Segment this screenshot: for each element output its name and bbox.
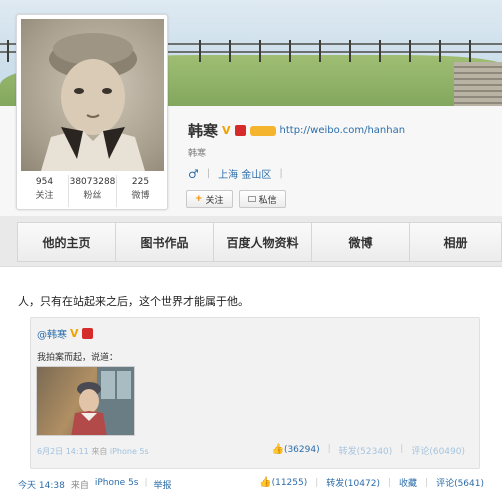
cover-stairs	[454, 62, 502, 110]
repost-comment-link[interactable]: 评论(60490)	[411, 444, 465, 457]
avatar-card: 954 关注 38073288 粉丝 225 微博	[16, 14, 168, 210]
profile-stats: 954 关注 38073288 粉丝 225 微博	[21, 175, 164, 207]
profile-name: 韩寒	[188, 122, 219, 140]
verified-badge-icon: V	[70, 327, 79, 340]
reposted-weibo: @韩寒 V 我拍案而起，说道： 6月2日 14:11 来自 iPhone 5s …	[30, 317, 480, 469]
stat-posts-count: 225	[131, 177, 150, 187]
plus-icon: +	[195, 194, 203, 204]
profile-name-row: 韩寒 V http://weibo.com/hanhan	[188, 120, 405, 141]
repost-author-row: @韩寒 V	[37, 326, 93, 341]
like-button[interactable]: 👍(11255)	[259, 477, 307, 488]
repost-image[interactable]	[36, 366, 135, 436]
forward-button[interactable]: 转发(10472)	[326, 476, 380, 489]
tab-home[interactable]: 他的主页	[18, 223, 116, 261]
repost-source-prefix: 来自	[91, 447, 108, 456]
repost-meta: 6月2日 14:11 来自 iPhone 5s	[37, 446, 149, 457]
avatar-portrait-image	[41, 33, 145, 171]
repost-text: 我拍案而起，说道：	[37, 353, 119, 363]
divider: |	[425, 477, 429, 488]
homepage-link[interactable]: http://weibo.com/hanhan	[280, 125, 406, 136]
tab-baidu-profile[interactable]: 百度人物资料	[214, 223, 312, 261]
tab-weibo[interactable]: 微博	[312, 223, 410, 261]
profile-location-row: ♂ | 上海 金山区 |	[188, 166, 283, 182]
profile-subname: 韩寒	[188, 149, 207, 159]
repost-source-link[interactable]: iPhone 5s	[110, 447, 149, 456]
message-button[interactable]: 私信	[238, 190, 286, 208]
member-badge-icon	[81, 328, 93, 339]
thumbs-up-icon: 👍	[259, 477, 272, 488]
follow-button-label: 关注	[205, 195, 224, 206]
stat-following[interactable]: 954 关注	[21, 175, 69, 207]
stat-fans[interactable]: 38073288 粉丝	[69, 175, 117, 207]
repost-time-link[interactable]: 6月2日 14:11	[37, 447, 89, 456]
mail-icon	[247, 196, 256, 202]
favorite-button[interactable]: 收藏	[399, 476, 417, 489]
avatar[interactable]	[21, 19, 164, 171]
thumbs-up-icon: 👍	[271, 444, 284, 455]
like-count: (11255)	[271, 478, 308, 488]
divider: |	[279, 168, 283, 179]
profile-tabs: 他的主页 图书作品 百度人物资料 微博 相册	[17, 222, 502, 262]
report-link[interactable]: 举报	[154, 478, 172, 491]
post-source-link[interactable]: iPhone 5s	[95, 478, 139, 491]
profile-actions: + 关注 私信	[186, 190, 286, 208]
repost-forward-link[interactable]: 转发(52340)	[339, 444, 393, 457]
repost-like-count: (36294)	[283, 445, 320, 455]
location-link[interactable]: 上海 金山区	[218, 166, 271, 181]
member-badge-icon[interactable]	[234, 125, 246, 136]
level-badge-icon[interactable]	[249, 125, 276, 136]
divider: |	[327, 444, 331, 454]
verified-badge-icon[interactable]: V	[222, 124, 231, 137]
stat-posts[interactable]: 225 微博	[117, 175, 164, 207]
repost-photo	[71, 367, 134, 435]
repost-stats: 👍(36294) | 转发(52340) | 评论(60490)	[271, 444, 465, 457]
divider: |	[387, 477, 391, 488]
tab-books[interactable]: 图书作品	[116, 223, 214, 261]
post-text: 人，只有在站起来之后，这个世界才能属于他。	[18, 295, 249, 308]
divider: |	[400, 444, 404, 454]
follow-button[interactable]: + 关注	[186, 190, 233, 208]
stat-following-count: 954	[35, 177, 54, 187]
weibo-feed: 人，只有在站起来之后，这个世界才能属于他。 @韩寒 V 我拍案而起，说道： 6月…	[0, 266, 502, 499]
stat-fans-label: 粉丝	[83, 191, 102, 201]
post-action-bar: 👍(11255) | 转发(10472) | 收藏 | 评论(5641)	[259, 476, 484, 489]
post-time-link[interactable]: 今天 14:38	[18, 478, 65, 491]
post-source-prefix: 来自	[70, 481, 89, 491]
comment-button[interactable]: 评论(5641)	[436, 476, 484, 489]
message-button-label: 私信	[258, 195, 277, 206]
divider: |	[206, 168, 211, 179]
tab-album[interactable]: 相册	[410, 223, 501, 261]
post-meta: 今天 14:38 来自 iPhone 5s | 举报	[18, 478, 172, 491]
stat-posts-label: 微博	[131, 191, 150, 201]
repost-author-link[interactable]: @韩寒	[37, 326, 67, 341]
stat-fans-count: 38073288	[69, 177, 116, 187]
repost-like-button[interactable]: 👍(36294)	[271, 444, 319, 457]
divider: |	[144, 478, 148, 488]
stat-following-label: 关注	[35, 191, 54, 201]
divider: |	[315, 477, 319, 488]
male-gender-icon: ♂	[188, 166, 199, 181]
